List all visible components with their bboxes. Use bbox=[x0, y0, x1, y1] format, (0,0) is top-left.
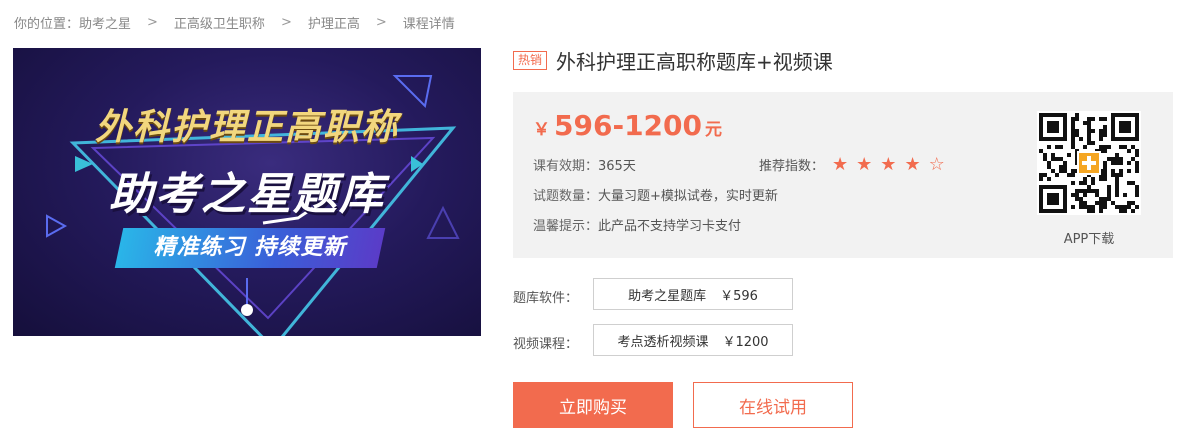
quantity-row: 试题数量：大量习题+模拟试卷，实时更新 bbox=[533, 185, 778, 204]
banner-title: 外科护理正高职称 bbox=[94, 107, 399, 148]
product-info-box: ￥ 596-1200 元 课有效期：365天 推荐指数： ★ ★ ★ ★ ☆ 试题数… bbox=[513, 92, 1173, 258]
breadcrumb-separator: > bbox=[280, 14, 292, 30]
video-option-name: 考点透析视频课 bbox=[617, 334, 709, 350]
tip-label: 温馨提示： bbox=[533, 219, 599, 234]
breadcrumb-subcategory-link[interactable]: 护理正高 bbox=[308, 13, 360, 32]
tip-row: 温馨提示：此产品不支持学习卡支付 bbox=[533, 215, 741, 234]
software-option-button[interactable]: 助考之星题库 ￥596 bbox=[593, 278, 793, 310]
star-filled-icon: ★ bbox=[856, 153, 873, 175]
validity-label: 课有效期： bbox=[533, 159, 599, 174]
qr-code-icon bbox=[1037, 111, 1141, 215]
breadcrumb: 你的位置：助考之星 > 正高级卫生职称 > 护理正高 > 课程详情 bbox=[14, 13, 455, 32]
software-label: 题库软件： bbox=[513, 291, 579, 306]
rating-row: 推荐指数： ★ ★ ★ ★ ☆ bbox=[759, 155, 953, 174]
try-online-button[interactable]: 在线试用 bbox=[693, 382, 853, 428]
tip-value: 此产品不支持学习卡支付 bbox=[598, 219, 742, 234]
breadcrumb-category-link[interactable]: 正高级卫生职称 bbox=[174, 13, 265, 32]
product-banner: 外科护理正高职称 助考之星题库 精准练习 持续更新 bbox=[13, 48, 481, 336]
software-option-price: ￥596 bbox=[720, 288, 758, 304]
video-label: 视频课程： bbox=[513, 337, 579, 352]
software-option-name: 助考之星题库 bbox=[628, 288, 707, 304]
validity-value: 365天 bbox=[598, 159, 636, 174]
validity-row: 课有效期：365天 bbox=[533, 155, 636, 174]
app-download-label: APP下载 bbox=[1063, 232, 1115, 247]
buy-now-button[interactable]: 立即购买 bbox=[513, 382, 673, 428]
quantity-label: 试题数量： bbox=[533, 189, 599, 204]
star-empty-icon: ☆ bbox=[928, 153, 945, 175]
star-filled-icon: ★ bbox=[880, 153, 897, 175]
hot-badge: 热销 bbox=[513, 50, 548, 70]
star-filled-icon: ★ bbox=[832, 153, 849, 175]
price-unit: 元 bbox=[705, 120, 722, 140]
rating-label: 推荐指数： bbox=[759, 159, 825, 174]
breadcrumb-current: 课程详情 bbox=[402, 16, 455, 32]
video-option-button[interactable]: 考点透析视频课 ￥1200 bbox=[593, 324, 793, 356]
banner-slogan: 精准练习 持续更新 bbox=[153, 235, 347, 260]
quantity-value: 大量习题+模拟试卷，实时更新 bbox=[598, 189, 778, 204]
rating-stars: ★ ★ ★ ★ ☆ bbox=[832, 153, 953, 175]
price-range: 596-1200 bbox=[554, 109, 702, 142]
star-filled-icon: ★ bbox=[904, 153, 921, 175]
breadcrumb-separator: > bbox=[375, 14, 387, 30]
breadcrumb-home-link[interactable]: 你的位置：助考之星 bbox=[14, 13, 131, 32]
breadcrumb-separator: > bbox=[147, 14, 158, 30]
price: ￥ 596-1200 元 bbox=[533, 109, 722, 142]
banner-subtitle: 助考之星题库 bbox=[109, 169, 385, 220]
product-title-row: 热销 外科护理正高职称题库+视频课 bbox=[513, 46, 833, 74]
video-option-price: ￥1200 bbox=[722, 334, 769, 350]
product-title: 外科护理正高职称题库+视频课 bbox=[556, 49, 833, 74]
price-currency: ￥ bbox=[533, 120, 550, 140]
